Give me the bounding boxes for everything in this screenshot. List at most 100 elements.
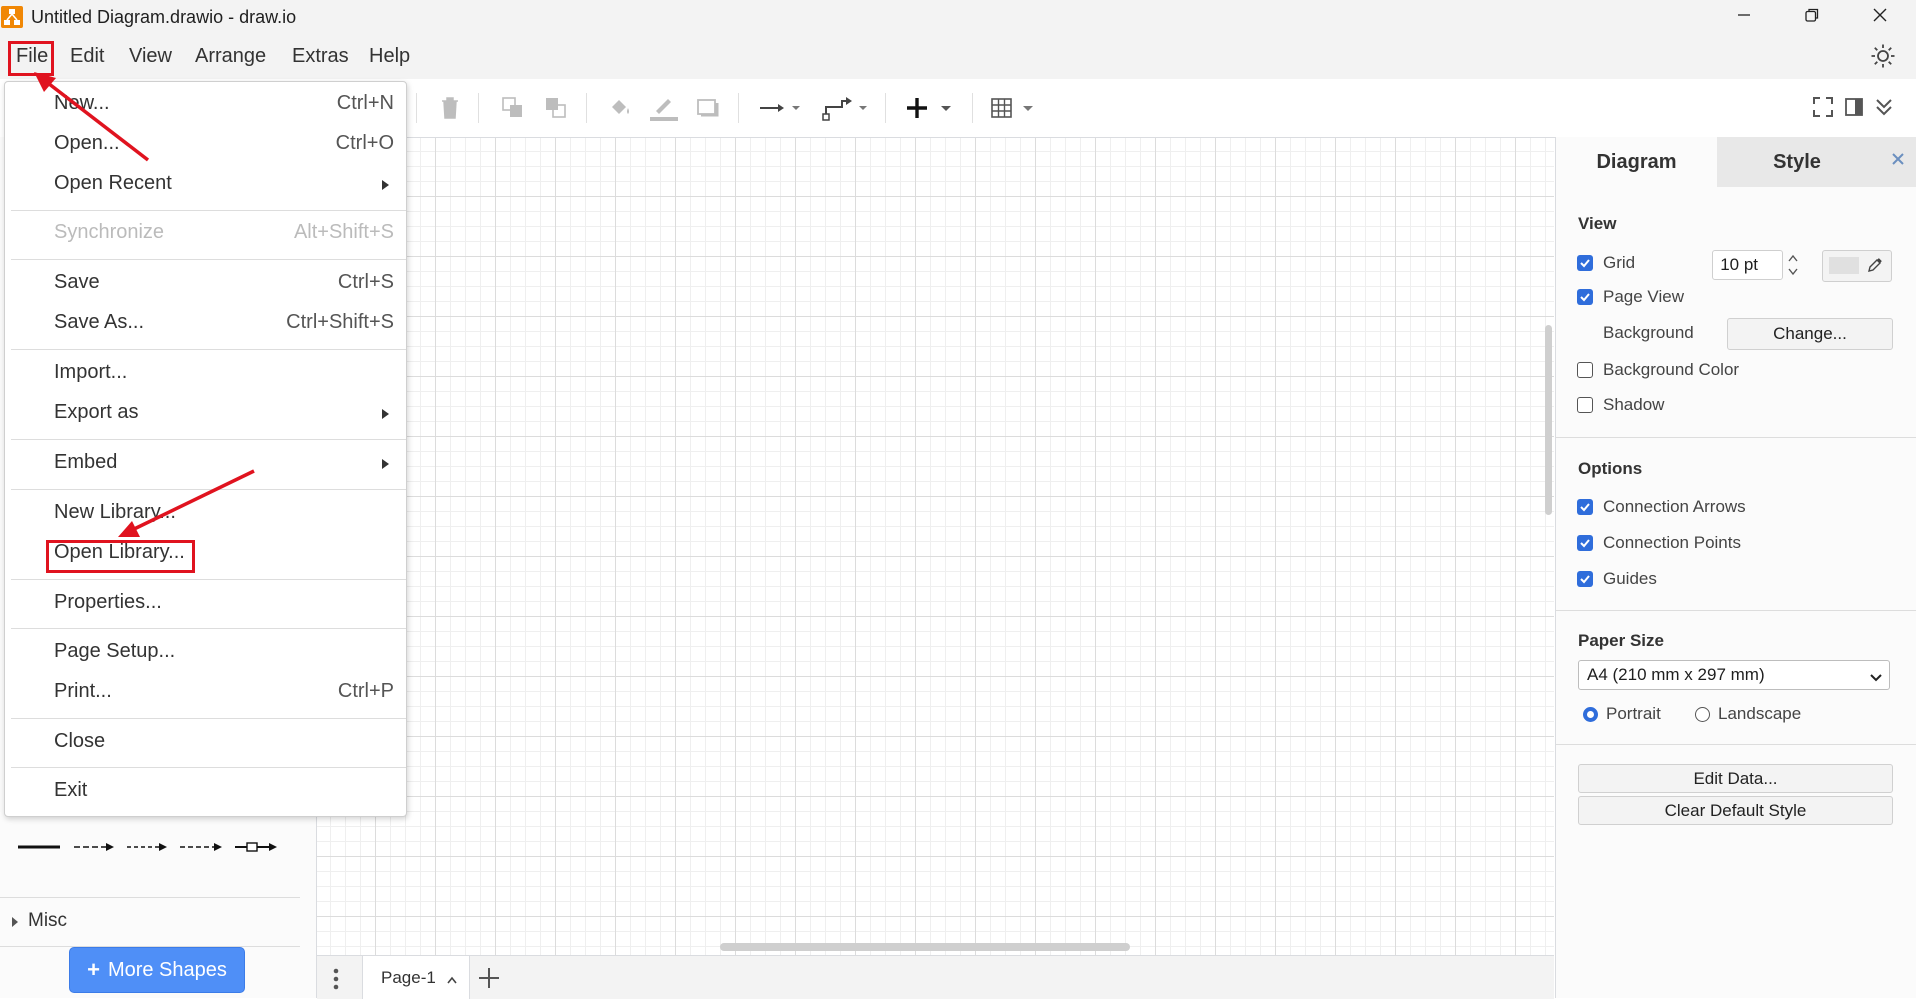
menu-item-label: Close (54, 730, 106, 752)
grid-size-value: 10 pt (1720, 255, 1758, 274)
checkbox-checked-icon (1577, 535, 1593, 551)
misc-section-header[interactable]: Misc (0, 897, 300, 947)
dashed-arrow-shape-icon[interactable] (72, 837, 116, 862)
background-label: Background (1603, 323, 1694, 342)
toolbar-separator (738, 93, 739, 123)
change-background-button[interactable]: Change... (1727, 318, 1893, 350)
grid-color-button[interactable] (1822, 250, 1892, 282)
clear-default-style-button[interactable]: Clear Default Style (1578, 796, 1893, 825)
close-window-button[interactable] (1846, 0, 1914, 35)
caret-right-icon (10, 915, 20, 934)
radio-selected-icon (1583, 706, 1598, 722)
waypoints-icon[interactable] (822, 95, 872, 126)
to-back-icon[interactable] (543, 95, 569, 126)
grid-checkbox[interactable]: Grid (1577, 250, 1635, 276)
paper-size-section-title: Paper Size (1578, 631, 1664, 650)
menu-item-label: Page Setup... (54, 640, 176, 662)
diagram-canvas[interactable] (317, 138, 1554, 955)
line-color-icon[interactable] (648, 95, 680, 128)
toolbar-separator (586, 93, 587, 123)
grid-size-stepper-icon[interactable] (1787, 251, 1799, 284)
landscape-radio[interactable]: Landscape (1695, 701, 1801, 727)
page-view-checkbox[interactable]: Page View (1577, 284, 1684, 310)
restore-icon (1804, 7, 1820, 28)
edit-data-button[interactable]: Edit Data... (1578, 764, 1893, 793)
toolbar-separator (478, 93, 479, 123)
collapse-toolbar-icon[interactable] (1872, 95, 1896, 124)
eyedropper-icon (1866, 256, 1884, 279)
options-section-title: Options (1578, 459, 1643, 478)
link-arrow-shape-icon[interactable] (233, 837, 279, 862)
checkbox-checked-icon (1577, 571, 1593, 587)
plus-icon: + (87, 957, 100, 982)
connection-style-icon[interactable] (758, 95, 804, 126)
chevron-up-icon[interactable] (446, 972, 458, 990)
annotation-arrows (34, 72, 255, 537)
horizontal-scrollbar[interactable] (720, 943, 1130, 951)
vertical-scrollbar[interactable] (1545, 325, 1552, 515)
grid-size-input[interactable]: 10 pt (1712, 250, 1783, 280)
checkbox-checked-icon (1577, 255, 1593, 271)
toolbar-separator (972, 93, 973, 123)
annotation-arrow-to-file (34, 72, 150, 162)
close-icon (1872, 7, 1888, 28)
pages-menu-icon[interactable] (331, 967, 341, 996)
portrait-label: Portrait (1606, 704, 1661, 723)
connection-points-checkbox[interactable]: Connection Points (1577, 530, 1741, 556)
portrait-radio[interactable]: Portrait (1583, 701, 1661, 727)
landscape-label: Landscape (1718, 704, 1802, 723)
format-panel-toggle-icon[interactable] (1843, 95, 1865, 124)
grid-color-swatch (1829, 257, 1859, 274)
paper-size-select[interactable]: A4 (210 mm x 297 mm) (1578, 660, 1890, 690)
tab-style[interactable]: Style (1717, 137, 1877, 187)
menu-item-label: Exit (54, 779, 88, 801)
connection-arrows-checkbox[interactable]: Connection Arrows (1577, 494, 1746, 520)
checkbox-unchecked-icon (1577, 397, 1593, 413)
guides-label: Guides (1603, 569, 1657, 588)
theme-toggle-button[interactable] (1870, 43, 1896, 74)
guides-checkbox[interactable]: Guides (1577, 566, 1657, 592)
toolbar-separator (885, 93, 886, 123)
background-color-checkbox[interactable]: Background Color (1577, 357, 1739, 383)
menu-item-exit[interactable]: Exit (5, 774, 406, 808)
checkbox-unchecked-icon (1577, 362, 1593, 378)
table-icon[interactable] (990, 95, 1038, 126)
radio-unselected-icon (1695, 706, 1710, 722)
grid-label: Grid (1603, 253, 1636, 272)
annotation-arrow-to-open-library (118, 469, 255, 537)
menu-item-shortcut: Ctrl+P (337, 680, 394, 702)
minimize-icon (1736, 7, 1752, 28)
shadow-icon[interactable] (695, 95, 721, 126)
menu-item-print[interactable]: Print... Ctrl+P (5, 675, 406, 709)
close-panel-icon[interactable] (1890, 151, 1906, 172)
shadow-checkbox[interactable]: Shadow (1577, 392, 1664, 418)
shadow-label: Shadow (1603, 395, 1665, 414)
page-tab[interactable]: Page-1 (362, 956, 470, 999)
delete-icon[interactable] (438, 95, 462, 126)
tab-diagram[interactable]: Diagram (1556, 137, 1717, 187)
menu-item-close[interactable]: Close (5, 725, 406, 759)
fullscreen-icon[interactable] (1811, 95, 1835, 124)
checkbox-checked-icon (1577, 499, 1593, 515)
dotted-arrow-shape-icon[interactable] (125, 837, 169, 862)
section-divider (1556, 744, 1916, 745)
page-bar: Page-1 (317, 955, 1554, 999)
bidirectional-arrow-shape-icon[interactable] (178, 837, 224, 862)
page-view-label: Page View (1603, 287, 1684, 306)
line-shape-icon[interactable] (16, 837, 62, 862)
menu-separator (11, 718, 406, 719)
section-divider (1556, 610, 1916, 611)
misc-label: Misc (28, 910, 68, 931)
to-front-icon[interactable] (500, 95, 526, 126)
insert-plus-icon[interactable] (906, 95, 956, 126)
restore-button[interactable] (1778, 0, 1846, 35)
fill-color-icon[interactable] (606, 95, 634, 126)
toolbar-separator (416, 93, 417, 123)
section-divider (1556, 437, 1916, 438)
menu-item-label: Print... (54, 680, 112, 702)
menu-item-page-setup[interactable]: Page Setup... (5, 635, 406, 669)
more-shapes-button[interactable]: + More Shapes (69, 947, 245, 993)
minimize-button[interactable] (1710, 0, 1778, 35)
add-page-icon[interactable] (477, 966, 501, 995)
chevron-down-icon (1869, 669, 1883, 689)
